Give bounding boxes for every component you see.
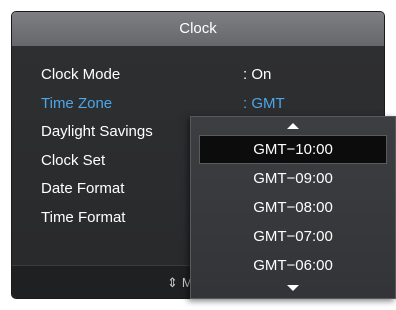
dropdown-option[interactable]: GMT−06:00 xyxy=(191,251,395,280)
triangle-down-icon xyxy=(287,285,299,291)
dropdown-option-selected[interactable]: GMT−10:00 xyxy=(199,135,387,164)
menu-item-value: : GMT xyxy=(243,94,285,112)
dropdown-option[interactable]: GMT−07:00 xyxy=(191,222,395,251)
time-zone-options: GMT−10:00 GMT−09:00 GMT−08:00 GMT−07:00 … xyxy=(191,135,395,280)
menu-item-label: Clock Mode xyxy=(41,66,121,83)
panel-title: Clock xyxy=(12,12,384,46)
menu-item-label: Daylight Savings xyxy=(41,123,153,141)
menu-item-label: Time Zone xyxy=(41,94,113,112)
scroll-down-button[interactable] xyxy=(191,281,395,295)
time-zone-dropdown[interactable]: GMT−10:00 GMT−09:00 GMT−08:00 GMT−07:00 … xyxy=(190,116,396,299)
scroll-up-button[interactable] xyxy=(191,119,395,133)
triangle-up-icon xyxy=(287,123,299,129)
menu-item-time-zone[interactable]: Time Zone : GMT xyxy=(12,89,384,118)
dropdown-option[interactable]: GMT−09:00 xyxy=(191,164,395,193)
dropdown-option[interactable]: GMT−08:00 xyxy=(191,193,395,222)
menu-item-label: Date Format xyxy=(41,180,125,198)
menu-item-label: Clock Set xyxy=(41,151,106,169)
menu-item-label: Time Format xyxy=(41,208,126,226)
menu-item-clock-mode[interactable]: Clock Mode : On xyxy=(12,60,384,89)
navigation-hint: ⇕ M xyxy=(167,275,193,291)
up-down-arrows-icon: ⇕ xyxy=(167,275,178,290)
menu-item-value: : On xyxy=(243,66,272,83)
